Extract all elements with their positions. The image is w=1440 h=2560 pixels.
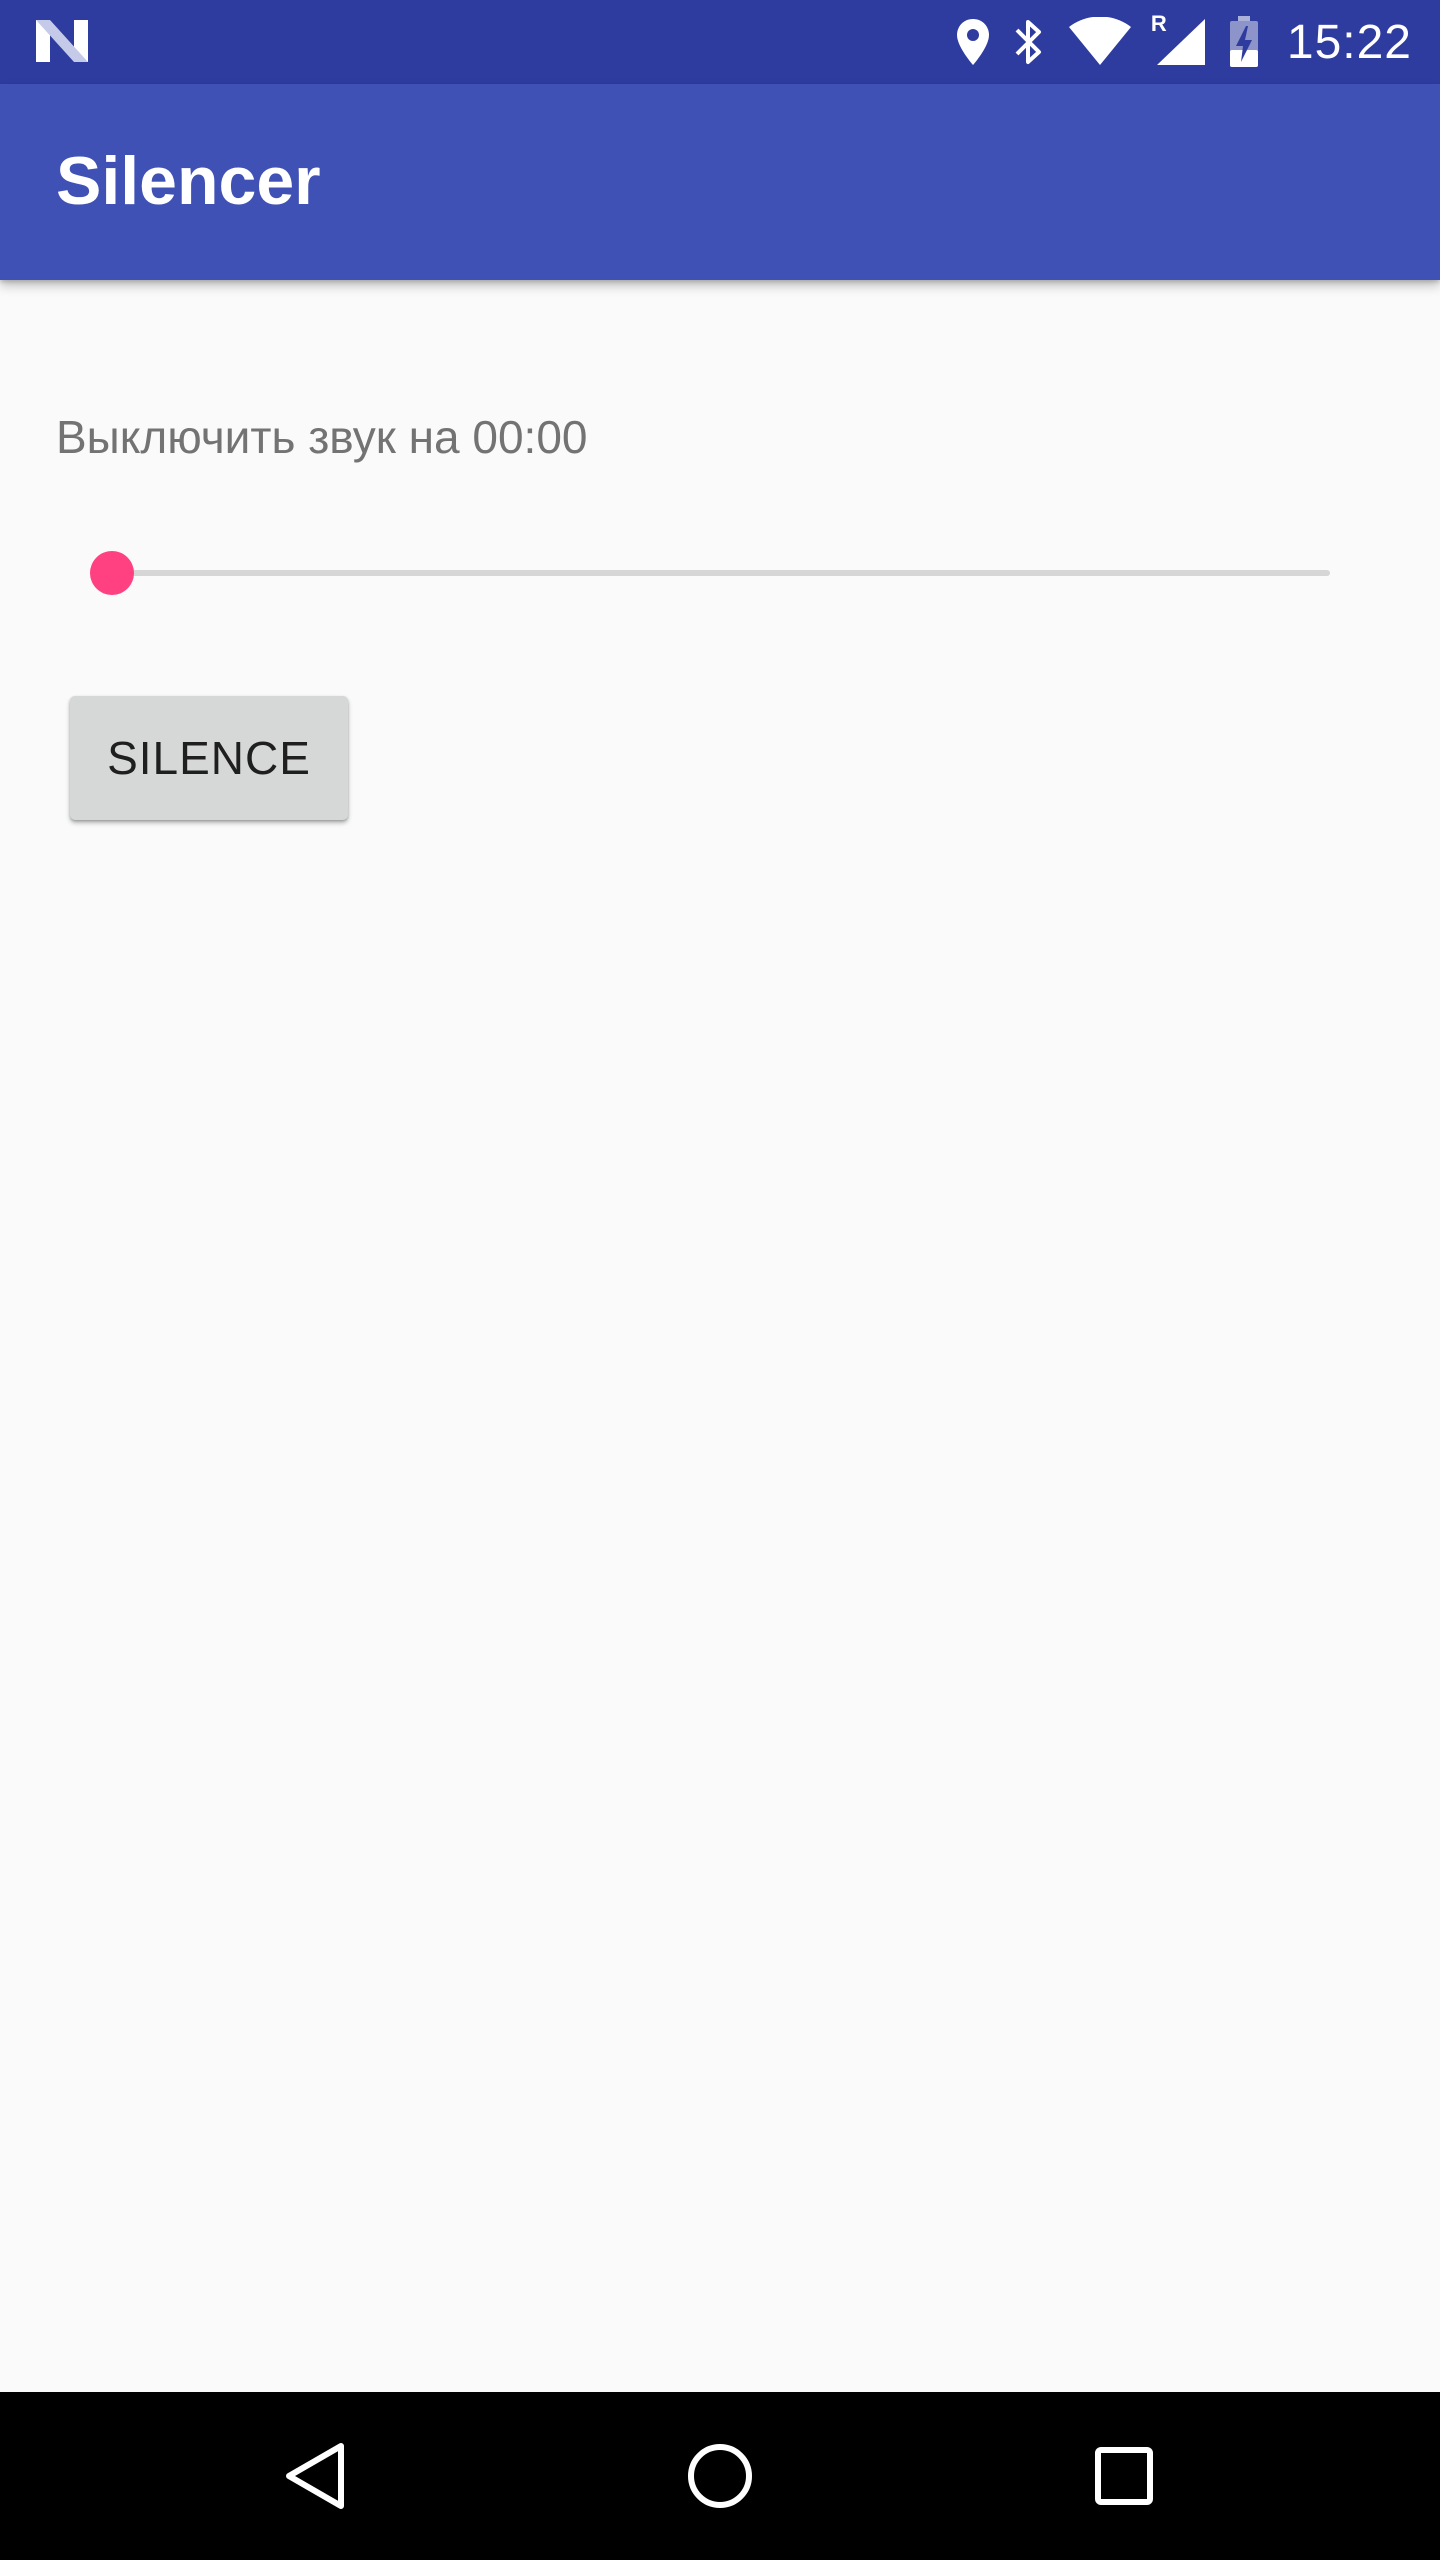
seekbar-thumb[interactable] bbox=[90, 551, 134, 595]
back-icon bbox=[286, 2443, 344, 2509]
cellular-signal-icon: R bbox=[1151, 11, 1207, 67]
navigation-bar bbox=[0, 2392, 1440, 2560]
location-icon bbox=[955, 17, 991, 67]
app-title: Silencer bbox=[56, 143, 321, 219]
recents-button[interactable] bbox=[1024, 2392, 1224, 2560]
status-bar: R 15:22 bbox=[0, 0, 1440, 84]
home-icon bbox=[688, 2444, 752, 2508]
status-clock: 15:22 bbox=[1286, 15, 1412, 69]
bluetooth-icon bbox=[1013, 16, 1045, 68]
recents-icon bbox=[1095, 2447, 1153, 2505]
silence-duration-label: Выключить звук на 00:00 bbox=[56, 411, 588, 463]
screen: R 15:22 Silencer Выключить звук на 00:00 bbox=[0, 0, 1440, 2560]
duration-seekbar[interactable] bbox=[90, 532, 1330, 602]
seekbar-track bbox=[112, 570, 1330, 576]
back-button[interactable] bbox=[216, 2392, 416, 2560]
silence-button[interactable]: SILENCE bbox=[70, 696, 348, 820]
roaming-indicator: R bbox=[1150, 11, 1167, 36]
home-button[interactable] bbox=[620, 2392, 820, 2560]
app-bar: Silencer bbox=[0, 84, 1440, 280]
android-n-notification-icon bbox=[36, 20, 88, 62]
status-icons: R 15:22 bbox=[955, 0, 1412, 84]
wifi-icon bbox=[1067, 17, 1133, 67]
battery-charging-icon bbox=[1229, 16, 1259, 68]
main-content: Выключить звук на 00:00 SILENCE bbox=[0, 280, 1440, 2392]
